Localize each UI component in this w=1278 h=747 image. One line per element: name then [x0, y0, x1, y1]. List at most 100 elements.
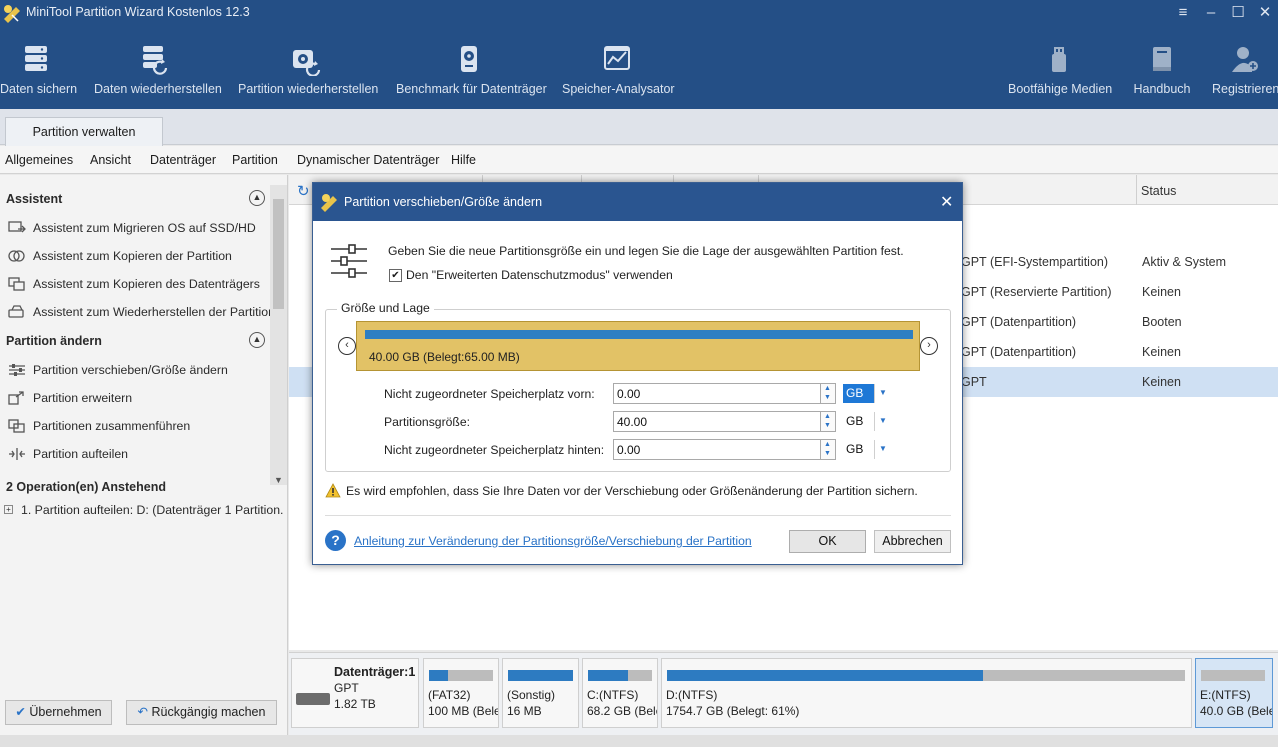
- disk-partition-block[interactable]: D:(NTFS) 1754.7 GB (Belegt: 61%): [661, 658, 1192, 728]
- spin-down-icon[interactable]: ▼: [824, 450, 831, 457]
- disk-info[interactable]: Datenträger:1 GPT 1.82 TB: [291, 658, 419, 728]
- help-link[interactable]: Anleitung zur Veränderung der Partitions…: [354, 534, 752, 548]
- cell-status: Keinen: [1142, 285, 1181, 299]
- advanced-protection-checkbox[interactable]: ✔: [389, 269, 402, 283]
- maximize-button[interactable]: ☐: [1227, 3, 1249, 23]
- action-move-resize[interactable]: Partition verschieben/Größe ändern: [8, 362, 272, 384]
- spin-down-icon[interactable]: ▼: [824, 422, 831, 429]
- action-extend-partition[interactable]: Partition erweitern: [8, 390, 272, 412]
- unit-select[interactable]: GB: [843, 384, 875, 403]
- menu-partition[interactable]: Partition: [232, 153, 278, 167]
- pending-operation-item[interactable]: +1. Partition aufteilen: D: (Datenträger…: [4, 502, 284, 524]
- wizard-migrate-os[interactable]: Assistent zum Migrieren OS auf SSD/HD: [8, 220, 272, 242]
- action-merge-partitions[interactable]: Partitionen zusammenführen: [8, 418, 272, 440]
- wizard-recover-partition[interactable]: Assistent zum Wiederherstellen der Parti…: [8, 304, 272, 326]
- undo-icon: ↶: [137, 705, 149, 719]
- scroll-down-icon[interactable]: ▼: [274, 475, 283, 485]
- disk-type: GPT: [334, 681, 359, 695]
- chevron-down-icon[interactable]: ▼: [879, 444, 887, 453]
- unallocated-before-label: Nicht zugeordneter Speicherplatz vorn:: [384, 387, 595, 401]
- minimize-button[interactable]: –: [1200, 3, 1222, 23]
- arrow-left-icon[interactable]: ‹: [338, 337, 356, 355]
- spin-up-icon[interactable]: ▲: [824, 385, 831, 392]
- partition-size: 100 MB (Bele: [428, 704, 499, 718]
- partition-size-input[interactable]: 40.00: [613, 411, 821, 432]
- left-panel-scrollbar[interactable]: ▼: [270, 185, 287, 485]
- usb-icon: [1052, 47, 1066, 72]
- cell-status: Aktiv & System: [1142, 255, 1227, 269]
- usage-bar: [667, 670, 1185, 681]
- collapse-up-icon[interactable]: ▲: [249, 190, 265, 206]
- partition-fs: (FAT32): [428, 688, 471, 702]
- disk-partition-block[interactable]: (FAT32) 100 MB (Bele: [423, 658, 499, 728]
- wizard-label: Assistent zum Migrieren OS auf SSD/HD: [33, 220, 256, 235]
- dialog-title-bar[interactable]: Partition verschieben/Größe ändern ✕: [313, 183, 962, 221]
- toolbar-data-recovery[interactable]: Daten wiederherstellen: [94, 44, 222, 104]
- unallocated-after-stepper[interactable]: ▲ ▼: [821, 439, 836, 460]
- column-separator[interactable]: [1136, 175, 1137, 205]
- dialog-close-icon[interactable]: ✕: [940, 192, 953, 212]
- apply-button[interactable]: ✔ Übernehmen: [5, 700, 112, 725]
- undo-button[interactable]: ↶ Rückgängig machen: [126, 700, 277, 725]
- toolbar-manual[interactable]: Handbuch: [1130, 44, 1194, 104]
- menu-disk[interactable]: Datenträger: [150, 153, 216, 167]
- partition-resize-bar[interactable]: 40.00 GB (Belegt:65.00 MB): [356, 321, 920, 371]
- spin-up-icon[interactable]: ▲: [824, 413, 831, 420]
- partition-bar-text: 40.00 GB (Belegt:65.00 MB): [369, 350, 520, 364]
- disk-partition-block[interactable]: (Sonstig) 16 MB: [502, 658, 579, 728]
- unit-select[interactable]: GB: [843, 440, 875, 459]
- wizard-copy-disk[interactable]: Assistent zum Kopieren des Datenträgers: [8, 276, 272, 298]
- menu-view[interactable]: Ansicht: [90, 153, 131, 167]
- menu-icon[interactable]: ≡: [1172, 3, 1194, 23]
- cell-status: Keinen: [1142, 375, 1181, 389]
- disk-partition-block-selected[interactable]: E:(NTFS) 40.0 GB (Bele: [1195, 658, 1273, 728]
- ok-button[interactable]: OK: [789, 530, 866, 553]
- move-resize-dialog: Partition verschieben/Größe ändern ✕ Geb…: [312, 182, 963, 565]
- toolbar-bootable-media[interactable]: Bootfähige Medien: [1008, 44, 1112, 104]
- section-change-partition-title: Partition ändern: [6, 334, 102, 348]
- spin-up-icon[interactable]: ▲: [824, 441, 831, 448]
- disk-size: 1.82 TB: [334, 697, 376, 711]
- cancel-button[interactable]: Abbrechen: [874, 530, 951, 553]
- partition-size-stepper[interactable]: ▲ ▼: [821, 411, 836, 432]
- close-button[interactable]: ✕: [1254, 3, 1276, 23]
- expand-plus-icon[interactable]: +: [4, 505, 13, 515]
- benchmark-icon: [461, 46, 477, 72]
- menu-help[interactable]: Hilfe: [451, 153, 476, 167]
- unallocated-after-input[interactable]: 0.00: [613, 439, 821, 460]
- partition-size-label: Partitionsgröße:: [384, 415, 471, 429]
- menu-dynamic-disk[interactable]: Dynamischer Datenträger: [297, 153, 439, 167]
- unallocated-before-input[interactable]: 0.00: [613, 383, 821, 404]
- action-split-partition[interactable]: Partition aufteilen: [8, 446, 272, 468]
- advanced-protection-checkbox-row[interactable]: ✔ Den "Erweiterten Datenschutzmodus" verw…: [389, 268, 673, 283]
- toolbar-register[interactable]: Registrieren: [1212, 44, 1278, 104]
- cell-status: Keinen: [1142, 345, 1181, 359]
- tab-partition-management[interactable]: Partition verwalten: [5, 117, 163, 146]
- menu-general[interactable]: Allgemeines: [5, 153, 73, 167]
- help-icon[interactable]: ?: [325, 530, 346, 551]
- toolbar-space-analyzer[interactable]: Speicher-Analysator: [562, 44, 675, 104]
- column-header-status[interactable]: Status: [1141, 184, 1176, 198]
- chevron-down-icon[interactable]: ▼: [879, 416, 887, 425]
- toolbar-benchmark[interactable]: Benchmark für Datenträger: [396, 44, 547, 104]
- refresh-icon[interactable]: ↻: [297, 182, 310, 200]
- migrate-os-icon: [8, 221, 26, 233]
- toolbar-label: Partition wiederherstellen: [238, 82, 379, 96]
- disk-partition-block[interactable]: C:(NTFS) 68.2 GB (Bele: [582, 658, 658, 728]
- warning-icon: [325, 483, 341, 498]
- collapse-up-icon[interactable]: ▲: [249, 332, 265, 348]
- toolbar-data-backup[interactable]: Daten sichern: [0, 44, 77, 104]
- wizard-copy-partition[interactable]: Assistent zum Kopieren der Partition: [8, 248, 272, 270]
- unallocated-before-stepper[interactable]: ▲ ▼: [821, 383, 836, 404]
- toolbar-label: Speicher-Analysator: [562, 82, 675, 96]
- cell-type: GPT: [961, 375, 987, 389]
- toolbar-partition-recovery[interactable]: Partition wiederherstellen: [238, 44, 378, 104]
- chevron-down-icon[interactable]: ▼: [879, 388, 887, 397]
- scrollbar-thumb[interactable]: [273, 199, 284, 309]
- dialog-logo-icon: [321, 194, 337, 212]
- book-icon: [1153, 47, 1171, 71]
- arrow-right-icon[interactable]: ›: [920, 337, 938, 355]
- spin-down-icon[interactable]: ▼: [824, 394, 831, 401]
- unit-select[interactable]: GB: [843, 412, 875, 431]
- sliders-icon: [331, 244, 367, 278]
